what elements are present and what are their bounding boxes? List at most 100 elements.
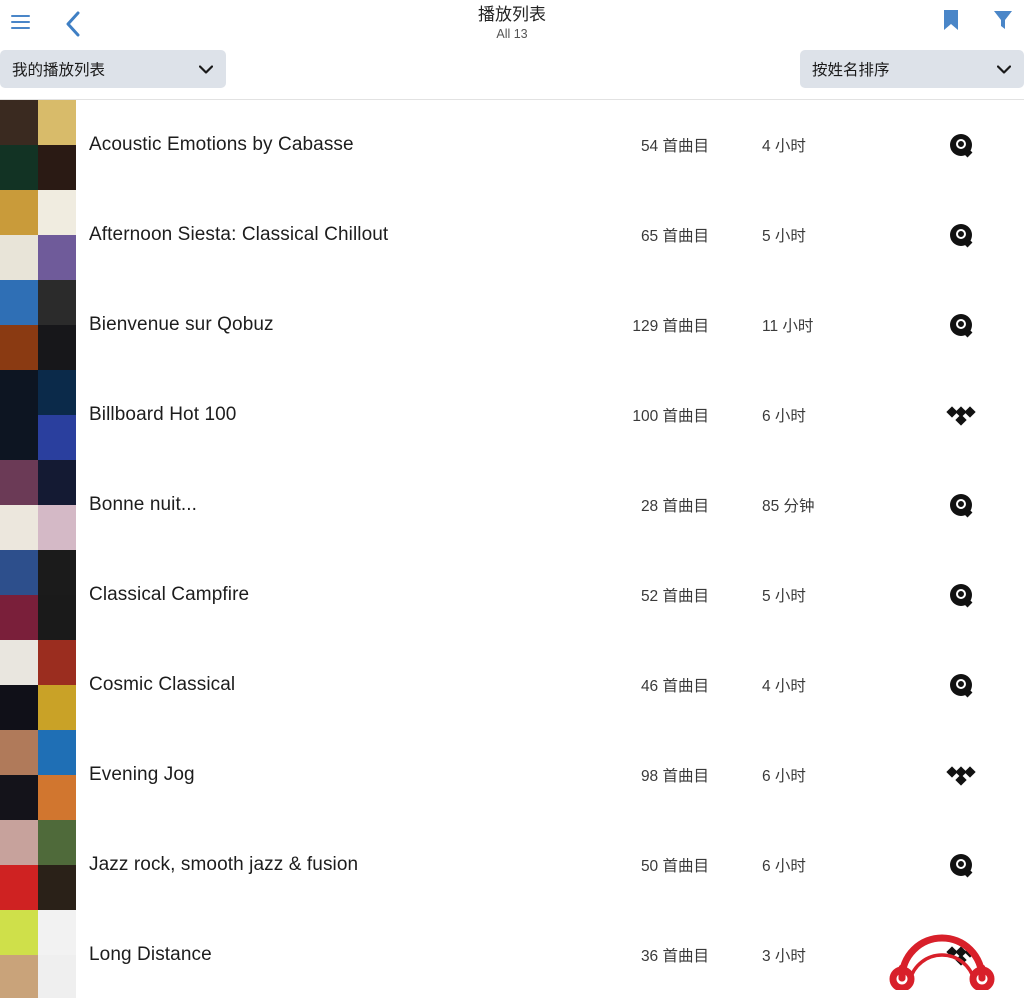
qobuz-service-icon bbox=[946, 130, 976, 160]
album-art-tile bbox=[0, 865, 38, 910]
qobuz-logo bbox=[950, 674, 972, 696]
playlist-track-count: 65 首曲目 bbox=[640, 228, 709, 245]
playlist-track-count: 52 首曲目 bbox=[640, 588, 709, 605]
playlist-track-count: 98 首曲目 bbox=[640, 768, 709, 785]
album-art-tile bbox=[0, 685, 38, 730]
album-art-tile bbox=[38, 460, 76, 505]
playlist-track-count: 100 首曲目 bbox=[632, 408, 709, 425]
album-art-tile bbox=[0, 640, 38, 685]
playlist-thumbnail bbox=[0, 640, 76, 730]
album-art-tile bbox=[0, 910, 38, 955]
album-art-tile bbox=[0, 730, 38, 775]
playlist-title: Evening Jog bbox=[89, 764, 195, 785]
album-art-tile bbox=[0, 595, 38, 640]
album-art-tile bbox=[0, 955, 38, 998]
album-art-tile bbox=[38, 505, 76, 550]
playlist-thumbnail bbox=[0, 910, 76, 998]
playlist-title: Afternoon Siesta: Classical Chillout bbox=[89, 224, 389, 245]
album-art-tile bbox=[38, 145, 76, 190]
playlist-track-count: 36 首曲目 bbox=[640, 948, 709, 965]
album-art-tile bbox=[38, 595, 76, 640]
playlist-thumbnail bbox=[0, 190, 76, 280]
album-art-tile bbox=[38, 910, 76, 955]
hamburger-bar bbox=[10, 21, 30, 23]
chevron-down-icon bbox=[198, 61, 214, 77]
tidal-service-icon bbox=[946, 400, 976, 430]
album-art-tile bbox=[0, 280, 38, 325]
playlist-title: Billboard Hot 100 bbox=[89, 404, 237, 425]
album-art-tile bbox=[38, 955, 76, 998]
playlist-duration: 4 小时 bbox=[762, 138, 806, 155]
playlist-duration: 4 小时 bbox=[762, 678, 806, 695]
album-art-tile bbox=[38, 640, 76, 685]
playlist-title: Acoustic Emotions by Cabasse bbox=[89, 134, 354, 155]
playlist-thumbnail bbox=[0, 730, 76, 820]
playlist-row[interactable]: Classical Campfire 52 首曲目 5 小时 bbox=[0, 550, 1024, 640]
back-button[interactable] bbox=[54, 0, 92, 48]
playlist-title: Cosmic Classical bbox=[89, 674, 236, 695]
playlist-row[interactable]: Cosmic Classical 46 首曲目 4 小时 bbox=[0, 640, 1024, 730]
playlist-thumbnail bbox=[0, 460, 76, 550]
album-art-tile bbox=[38, 775, 76, 820]
playlist-track-count: 129 首曲目 bbox=[632, 318, 709, 335]
album-art-tile bbox=[0, 775, 38, 820]
playlist-duration: 85 分钟 bbox=[762, 498, 815, 515]
playlist-title: Jazz rock, smooth jazz & fusion bbox=[89, 854, 359, 875]
qobuz-service-icon bbox=[946, 490, 976, 520]
album-art-tile bbox=[38, 730, 76, 775]
playlist-track-count: 28 首曲目 bbox=[640, 498, 709, 515]
album-art-tile bbox=[0, 325, 38, 370]
filter-button[interactable] bbox=[986, 0, 1020, 40]
top-app-bar: 播放列表 All 13 bbox=[0, 0, 1024, 48]
album-art-tile bbox=[38, 235, 76, 280]
playlist-track-count: 54 首曲目 bbox=[640, 138, 709, 155]
sort-order-dropdown[interactable]: 按姓名排序 bbox=[800, 50, 1024, 88]
playlist-row[interactable]: Acoustic Emotions by Cabasse 54 首曲目 4 小时 bbox=[0, 100, 1024, 190]
bookmark-icon bbox=[944, 10, 958, 30]
album-art-tile bbox=[0, 100, 38, 145]
playlist-track-count: 46 首曲目 bbox=[640, 678, 709, 695]
qobuz-logo bbox=[950, 494, 972, 516]
playlist-source-dropdown[interactable]: 我的播放列表 bbox=[0, 50, 226, 88]
hamburger-bar bbox=[10, 27, 30, 29]
page-subtitle: All 13 bbox=[496, 27, 528, 41]
sort-order-value: 按姓名排序 bbox=[812, 62, 890, 79]
album-art-tile bbox=[0, 415, 38, 460]
funnel-filter-icon bbox=[994, 11, 1012, 29]
playlist-row[interactable]: Jazz rock, smooth jazz & fusion 50 首曲目 6 小… bbox=[0, 820, 1024, 910]
album-art-tile bbox=[38, 685, 76, 730]
playlist-title: Bonne nuit... bbox=[89, 494, 197, 515]
bookmark-button[interactable] bbox=[934, 0, 968, 40]
playlist-row[interactable]: Evening Jog 98 首曲目 6 小时 bbox=[0, 730, 1024, 820]
playlist-thumbnail bbox=[0, 550, 76, 640]
playlist-duration: 5 小时 bbox=[762, 228, 806, 245]
chevron-down-icon bbox=[996, 61, 1012, 77]
playlist-row[interactable]: Bonne nuit... 28 首曲目 85 分钟 bbox=[0, 460, 1024, 550]
tidal-logo bbox=[946, 406, 976, 426]
album-art-tile bbox=[0, 550, 38, 595]
playlist-duration: 6 小时 bbox=[762, 408, 806, 425]
playlist-row[interactable]: Long Distance 36 首曲目 3 小时 bbox=[0, 910, 1024, 998]
playlist-row[interactable]: Billboard Hot 100 100 首曲目 6 小时 bbox=[0, 370, 1024, 460]
playlist-row[interactable]: Bienvenue sur Qobuz 129 首曲目 11 小时 bbox=[0, 280, 1024, 370]
playlist-list: Acoustic Emotions by Cabasse 54 首曲目 4 小时 Af… bbox=[0, 100, 1024, 998]
album-art-tile bbox=[38, 820, 76, 865]
qobuz-logo bbox=[950, 224, 972, 246]
playlist-duration: 3 小时 bbox=[762, 948, 806, 965]
qobuz-service-icon bbox=[946, 670, 976, 700]
playlist-row[interactable]: Afternoon Siesta: Classical Chillout 65 首… bbox=[0, 190, 1024, 280]
playlist-thumbnail bbox=[0, 100, 76, 190]
chevron-left-icon bbox=[66, 11, 80, 37]
hamburger-menu-icon[interactable] bbox=[4, 6, 36, 38]
qobuz-service-icon bbox=[946, 310, 976, 340]
playlist-thumbnail bbox=[0, 280, 76, 370]
album-art-tile bbox=[38, 325, 76, 370]
playlist-source-value: 我的播放列表 bbox=[12, 62, 106, 79]
album-art-tile bbox=[38, 865, 76, 910]
playlist-title: Classical Campfire bbox=[89, 584, 250, 605]
album-art-tile bbox=[0, 820, 38, 865]
filter-sort-bar: 我的播放列表 按姓名排序 bbox=[0, 48, 1024, 100]
playlist-track-count: 50 首曲目 bbox=[640, 858, 709, 875]
qobuz-service-icon bbox=[946, 850, 976, 880]
album-art-tile bbox=[38, 190, 76, 235]
